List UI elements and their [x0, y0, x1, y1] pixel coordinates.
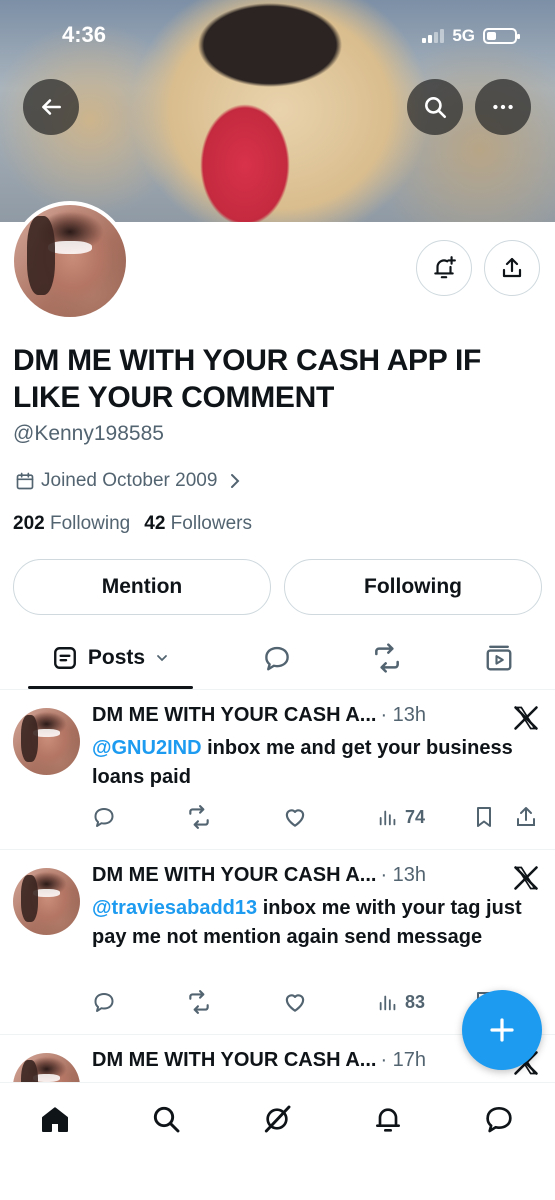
- post-item[interactable]: DM ME WITH YOUR CASH A... · 13h @GNU2IND…: [0, 690, 555, 850]
- repost-icon: [189, 990, 209, 1014]
- views-icon: [379, 810, 396, 826]
- post-avatar[interactable]: [13, 1053, 80, 1082]
- status-time: 4:36: [62, 22, 107, 47]
- repost-icon: [375, 643, 399, 673]
- profile-tabs: Posts: [0, 628, 555, 690]
- reply-icon: [94, 808, 114, 827]
- bookmark-button[interactable]: [472, 802, 496, 832]
- views-icon: [379, 995, 396, 1011]
- followers-count: 42: [144, 513, 166, 534]
- x-logo-icon[interactable]: [512, 864, 540, 892]
- views-button[interactable]: 74: [377, 802, 425, 832]
- media-icon: [486, 645, 512, 671]
- joined-date[interactable]: Joined October 2009: [15, 470, 241, 492]
- nav-notifications[interactable]: [368, 1099, 408, 1139]
- joined-label: Joined October 2009: [41, 470, 218, 491]
- share-icon: [517, 807, 535, 826]
- reply-icon: [94, 993, 114, 1012]
- battery-icon: [483, 28, 520, 44]
- bottom-navigation: [0, 1082, 555, 1200]
- following-button[interactable]: Following: [284, 559, 542, 615]
- share-icon: [502, 257, 522, 278]
- post-time: · 13h: [380, 704, 427, 726]
- grok-icon: [264, 1105, 291, 1133]
- repost-button[interactable]: [186, 987, 212, 1017]
- search-icon: [153, 1106, 180, 1133]
- profile-handle: @Kenny198585: [13, 422, 164, 445]
- nav-home[interactable]: [35, 1099, 75, 1139]
- calendar-icon: [16, 472, 34, 490]
- display-name: DM ME WITH YOUR CASH APP IF LIKE YOUR CO…: [13, 344, 482, 414]
- more-button[interactable]: [475, 79, 531, 135]
- following-count: 202: [13, 513, 45, 534]
- followers-stat[interactable]: 42 Followers: [144, 513, 252, 535]
- post-text: @traviesabadd13 inbox me with your tag j…: [92, 894, 542, 952]
- nav-search[interactable]: [146, 1099, 186, 1139]
- status-indicators: 5G: [422, 26, 520, 46]
- share-profile-button[interactable]: [484, 240, 540, 296]
- chevron-right-icon: [231, 474, 240, 488]
- heart-icon: [285, 809, 305, 827]
- post-mention[interactable]: @traviesabadd13: [92, 897, 257, 919]
- plus-icon: [490, 1018, 514, 1042]
- search-icon: [425, 97, 447, 119]
- x-logo-icon[interactable]: [512, 704, 540, 732]
- reply-button[interactable]: [92, 987, 116, 1017]
- arrow-left-icon: [42, 99, 61, 115]
- home-icon: [42, 1107, 68, 1132]
- chevron-down-icon: [157, 655, 167, 662]
- like-button[interactable]: [282, 987, 308, 1017]
- follow-stats: 202 Following 42 Followers: [13, 513, 252, 535]
- heart-icon: [285, 994, 305, 1012]
- post-author-name[interactable]: DM ME WITH YOUR CASH A...: [92, 864, 376, 887]
- search-button[interactable]: [407, 79, 463, 135]
- repost-icon: [189, 805, 209, 829]
- signal-icon: [422, 29, 445, 43]
- reply-button[interactable]: [92, 802, 116, 832]
- post-header: DM ME WITH YOUR CASH A... · 13h: [92, 704, 426, 727]
- notifications-button[interactable]: [416, 240, 472, 296]
- following-stat[interactable]: 202 Following: [13, 513, 130, 535]
- post-mention[interactable]: @GNU2IND: [92, 737, 202, 759]
- more-dots-icon: [493, 104, 513, 110]
- nav-messages[interactable]: [479, 1099, 519, 1139]
- views-count: 74: [405, 806, 426, 827]
- back-button[interactable]: [23, 79, 79, 135]
- bookmark-icon: [477, 807, 491, 827]
- tab-posts-label: Posts: [87, 646, 146, 669]
- posts-icon: [53, 647, 76, 669]
- reply-bubble-icon: [265, 646, 289, 671]
- post-author-name[interactable]: DM ME WITH YOUR CASH A...: [92, 704, 376, 727]
- post-time: · 13h: [380, 864, 427, 886]
- post-author-name[interactable]: DM ME WITH YOUR CASH A...: [92, 1049, 376, 1072]
- following-label: Following: [49, 513, 131, 534]
- repost-button[interactable]: [186, 802, 212, 832]
- post-actions: 74: [92, 802, 542, 832]
- views-count: 83: [405, 991, 426, 1012]
- bell-plus-icon: [434, 256, 456, 279]
- tab-replies[interactable]: [250, 628, 304, 688]
- share-post-button[interactable]: [514, 802, 538, 832]
- tab-reposts[interactable]: [360, 628, 414, 688]
- post-avatar[interactable]: [13, 868, 80, 935]
- active-tab-indicator: [28, 686, 193, 689]
- post-header: DM ME WITH YOUR CASH A... · 13h: [92, 864, 426, 887]
- profile-avatar[interactable]: [10, 201, 130, 321]
- mention-button[interactable]: Mention: [13, 559, 271, 615]
- compose-post-button[interactable]: [462, 990, 542, 1070]
- bell-icon: [376, 1108, 400, 1132]
- profile-banner[interactable]: 4:36 5G: [0, 0, 555, 222]
- post-text: @GNU2IND inbox me and get your business …: [92, 734, 542, 792]
- network-label: 5G: [452, 26, 475, 45]
- post-avatar[interactable]: [13, 708, 80, 775]
- views-button[interactable]: 83: [377, 987, 425, 1017]
- message-icon: [486, 1107, 512, 1133]
- followers-label: Followers: [170, 513, 252, 534]
- tab-media[interactable]: [472, 628, 526, 688]
- like-button[interactable]: [282, 802, 308, 832]
- post-time: · 17h: [380, 1049, 427, 1071]
- nav-grok[interactable]: [257, 1099, 297, 1139]
- tab-posts[interactable]: Posts: [28, 628, 193, 688]
- post-header: DM ME WITH YOUR CASH A... · 17h: [92, 1049, 426, 1072]
